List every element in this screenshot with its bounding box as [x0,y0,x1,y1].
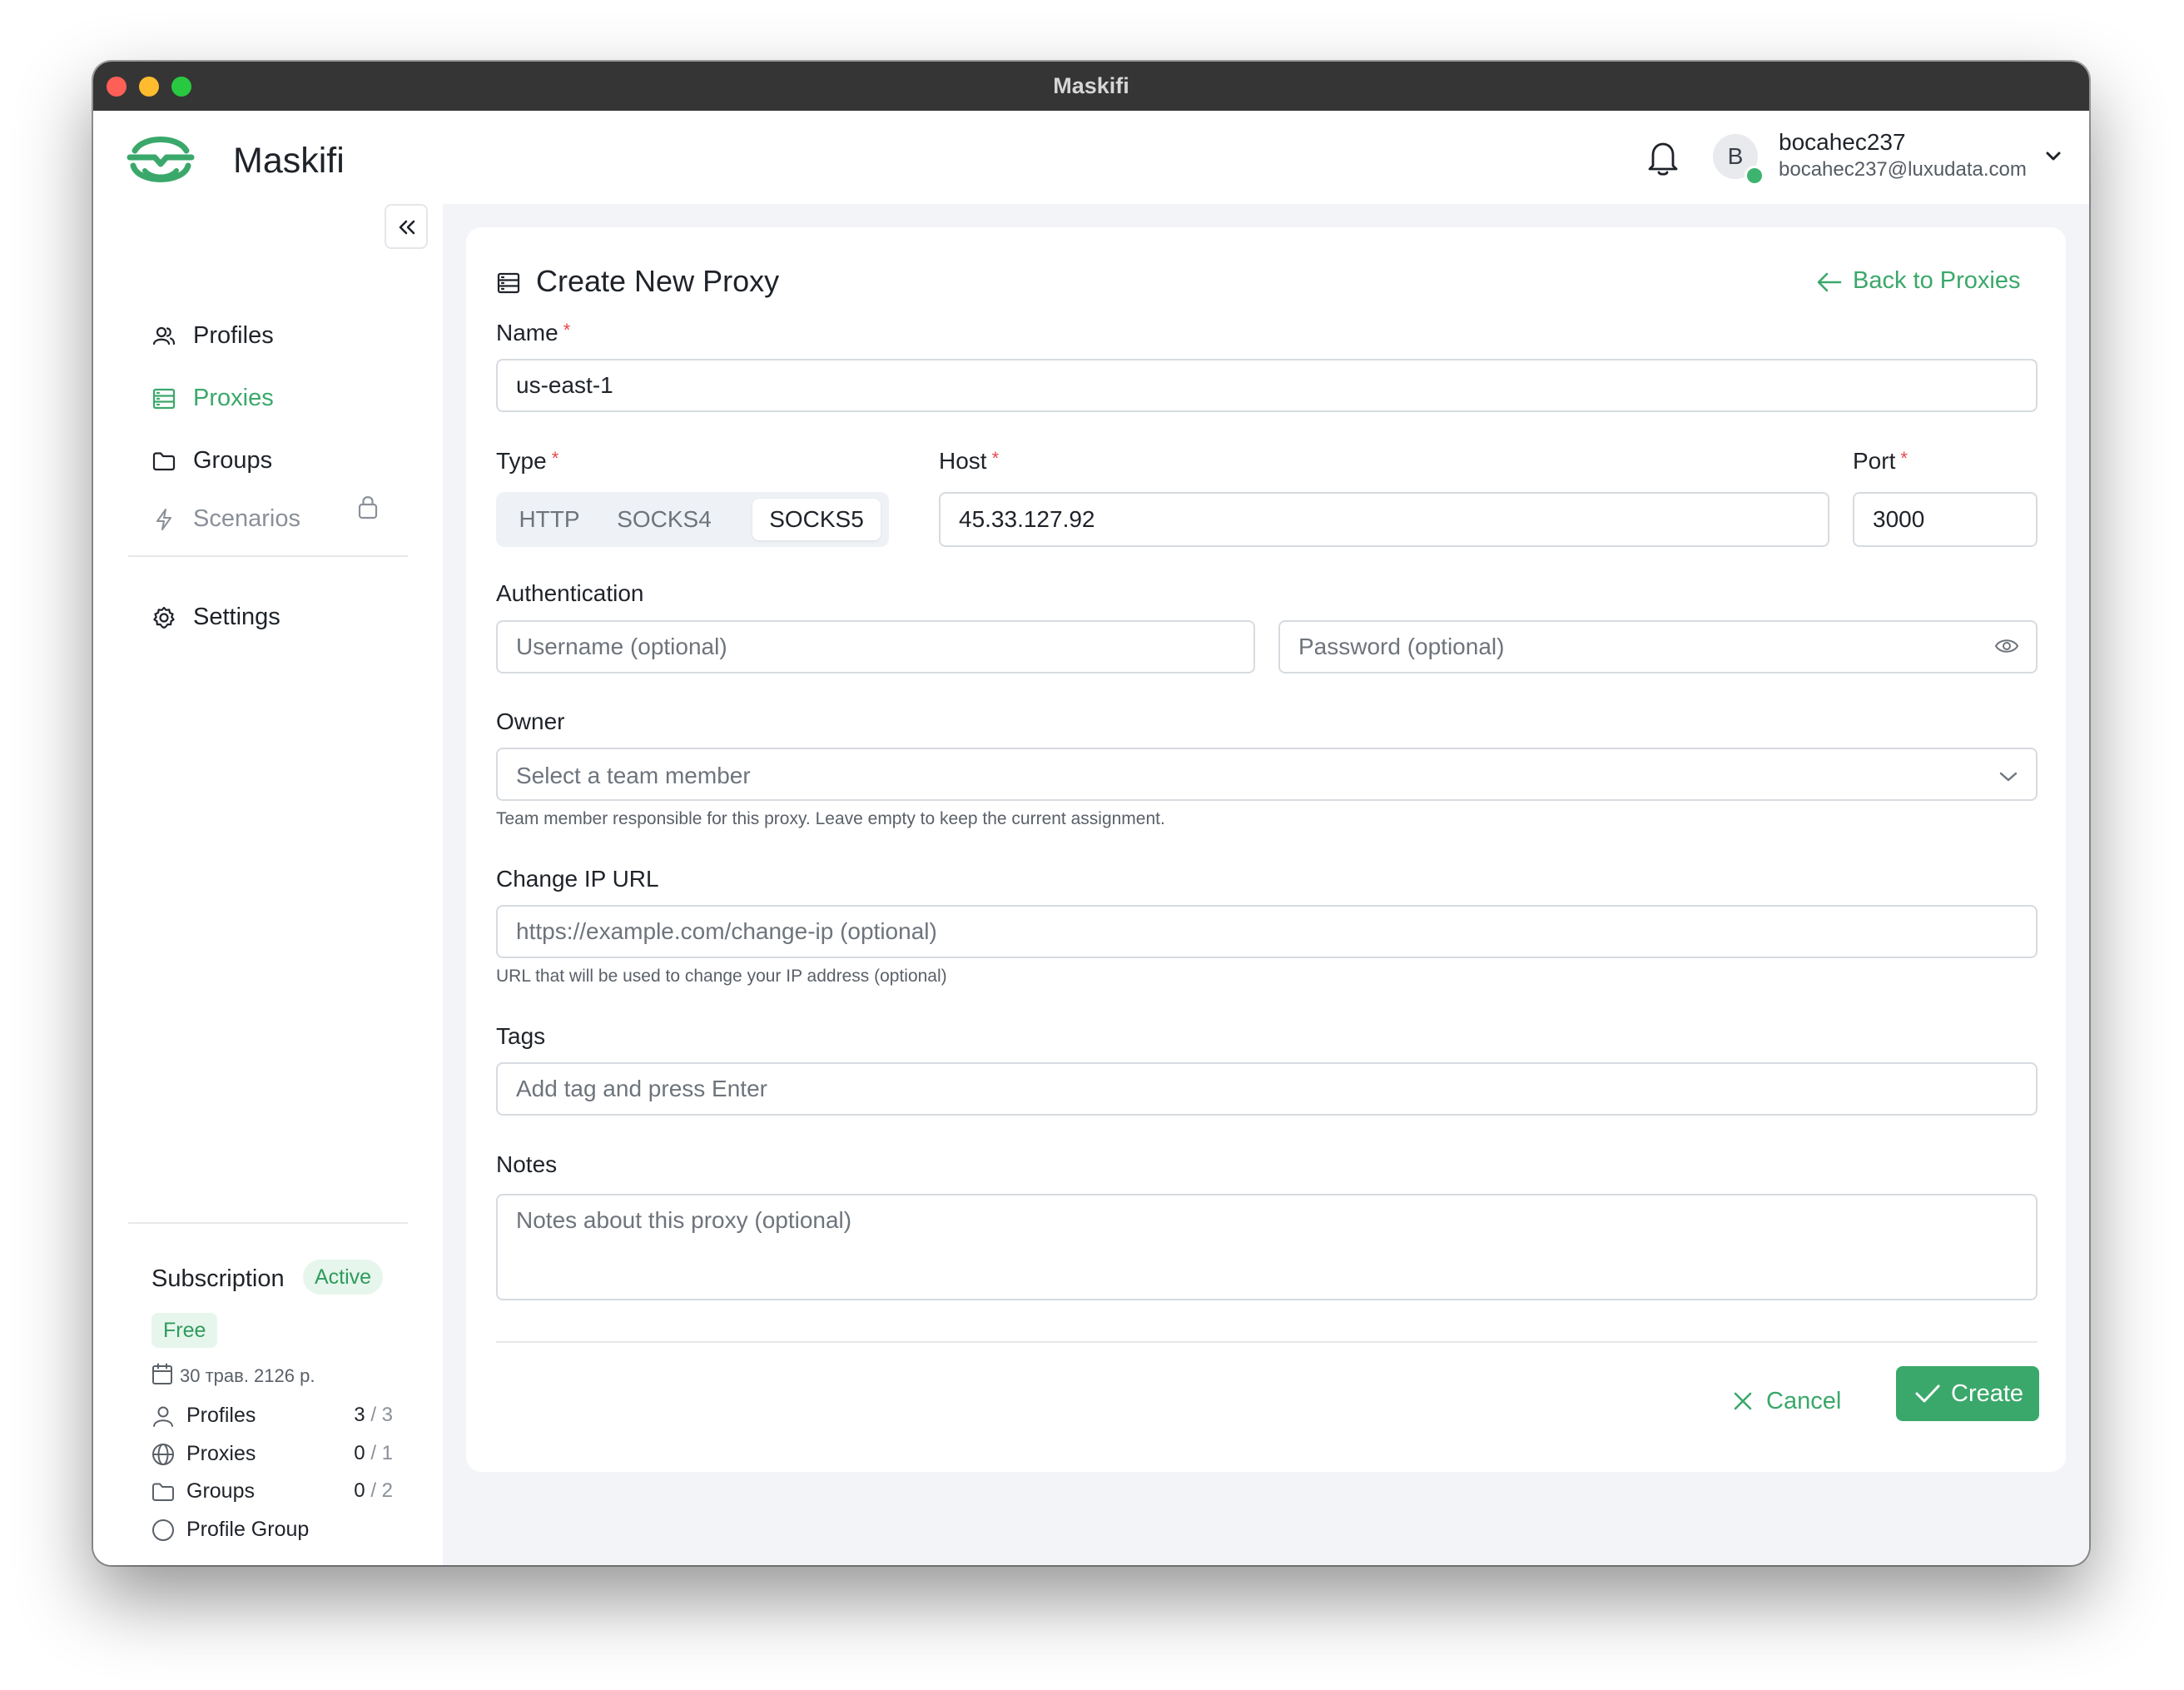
sidebar-divider [128,1222,408,1224]
username-input[interactable] [496,620,1255,674]
usage-row-proxies: Proxies 0 / 1 [151,1439,393,1469]
app-window: Maskifi Maskifi B bocahec237 bocahec237@… [93,62,2089,1565]
owner-label: Owner [496,708,565,734]
change-ip-url-input[interactable] [496,905,2038,958]
notes-textarea[interactable] [496,1194,2038,1300]
arrow-left-icon [1817,272,1842,292]
authentication-label: Authentication [496,580,644,606]
chevrons-left-icon [399,220,415,235]
tags-input[interactable] [496,1062,2038,1116]
sidebar-item-label: Profiles [193,322,274,349]
avatar-initial: B [1727,143,1744,169]
calendar-icon [152,1363,172,1384]
app-header: Maskifi B bocahec237 bocahec237@luxudata… [93,111,2089,204]
user-avatar[interactable]: B [1713,134,1765,186]
users-icon [152,326,176,345]
folder-icon [152,1483,174,1501]
user-icon [153,1406,173,1427]
usage-label: Profiles [186,1404,256,1427]
usage-label: Proxies [186,1442,256,1465]
subscription-title: Subscription [151,1265,285,1292]
folder-icon [152,452,176,471]
owner-select-placeholder: Select a team member [516,763,751,788]
cancel-button[interactable]: Cancel [1731,1376,1848,1426]
usage-value: 3 / 3 [354,1404,393,1426]
usage-value: 0 / 1 [354,1442,393,1464]
gear-icon [153,606,175,629]
window-title: Maskifi [1053,73,1129,98]
close-icon [1734,1392,1752,1410]
notifications-bell-icon[interactable] [1645,137,1681,177]
tags-label: Tags [496,1023,546,1049]
host-input[interactable] [939,492,1829,547]
chevron-down-icon [1999,772,2018,782]
globe-icon [152,1444,174,1465]
create-proxy-card: Create New Proxy Back to Proxies Name* T… [466,227,2066,1472]
proxy-type-selector: HTTP SOCKS4 SOCKS5 [496,492,889,547]
subscription-status-badge: Active [303,1260,384,1295]
type-option-http[interactable]: HTTP [503,499,596,540]
bolt-icon [156,509,171,530]
maskifi-logo-icon [127,137,195,182]
host-label: Host * [939,448,1000,474]
eye-icon[interactable] [1994,636,2019,656]
user-name[interactable]: bocahec237 [1779,129,1906,156]
usage-row-groups: Groups 0 / 2 [151,1477,393,1507]
usage-row-profiles: Profiles 3 / 3 [151,1401,393,1431]
password-input[interactable] [1278,620,2038,674]
create-button[interactable]: Create [1896,1366,2039,1421]
sidebar-item-label: Settings [193,604,280,630]
collapse-sidebar-button[interactable] [385,204,428,249]
chevron-down-icon[interactable] [2043,146,2064,167]
type-option-socks4[interactable]: SOCKS4 [601,499,727,540]
name-input[interactable] [496,359,2038,412]
sidebar-item-label: Groups [193,447,273,474]
back-link-label: Back to Proxies [1853,267,2021,294]
sidebar-item-label: Proxies [193,385,274,411]
online-status-dot [1745,166,1765,186]
usage-label: Groups [186,1479,255,1503]
sidebar-item-proxies[interactable]: Proxies [151,378,401,420]
change-ip-url-label: Change IP URL [496,866,659,892]
server-icon [152,388,176,410]
check-icon [1915,1384,1940,1403]
name-label: Name * [496,320,571,345]
page-title: Create New Proxy [536,264,780,298]
notes-label: Notes [496,1151,558,1177]
main-content: Create New Proxy Back to Proxies Name* T… [443,204,2089,1565]
sidebar-item-label: Scenarios [193,505,300,532]
usage-value: 0 / 2 [354,1479,393,1502]
owner-select[interactable]: Select a team member [496,748,2038,801]
port-input[interactable] [1853,492,2038,547]
circle-icon [152,1519,174,1541]
sidebar-divider [128,555,408,557]
usage-label: Profile Group [186,1518,310,1541]
form-divider [496,1341,2038,1343]
cancel-button-label: Cancel [1766,1388,1842,1414]
sidebar-item-settings[interactable]: Settings [151,597,401,639]
port-label: Port * [1853,448,1908,474]
user-email: bocahec237@luxudata.com [1779,158,2027,181]
type-label: Type * [496,448,559,474]
plan-badge: Free [151,1313,218,1348]
usage-row-profile-group: Profile Group [151,1515,393,1545]
sidebar-item-profiles[interactable]: Profiles [151,316,401,357]
lock-icon [358,496,378,519]
subscription-expiry-date: 30 трав. 2126 р. [180,1365,315,1386]
app-name: Maskifi [233,141,345,181]
sidebar-item-groups[interactable]: Groups [151,440,401,482]
server-icon [497,272,520,294]
title-bar: Maskifi [93,62,2089,111]
create-button-label: Create [1951,1380,2024,1407]
owner-helper-text: Team member responsible for this proxy. … [496,809,1165,828]
sidebar: Profiles Proxies Groups Scenarios Settin… [93,204,443,1565]
change-ip-helper-text: URL that will be used to change your IP … [496,967,947,986]
type-option-socks5[interactable]: SOCKS5 [752,499,881,540]
